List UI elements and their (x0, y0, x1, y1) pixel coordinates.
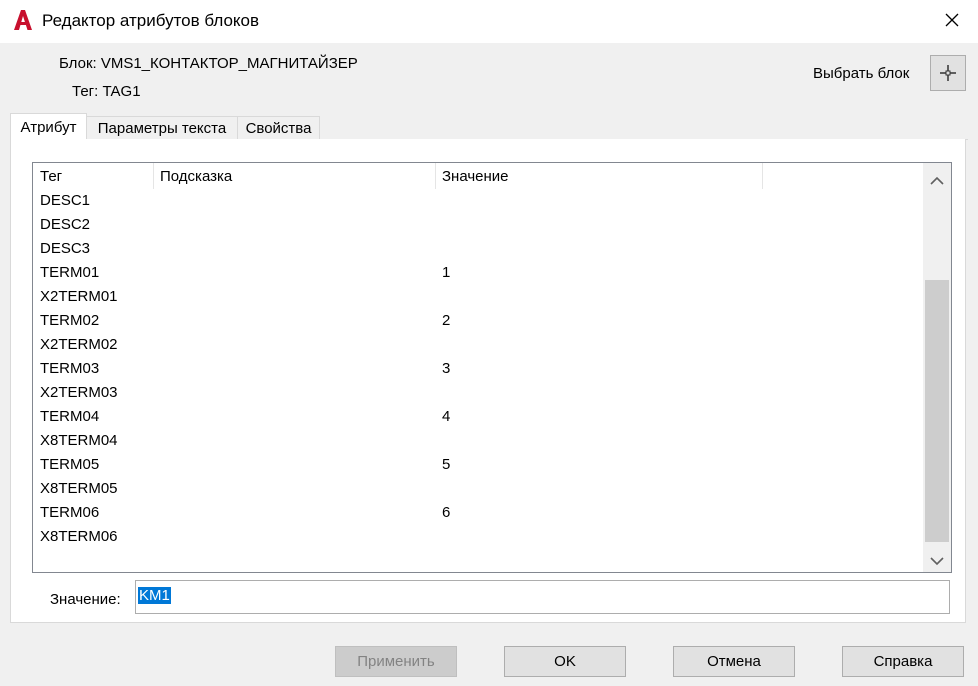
scrollbar-thumb[interactable] (925, 280, 949, 542)
table-row[interactable]: TERM05 5 (33, 453, 923, 477)
help-button[interactable]: Справка (842, 646, 964, 677)
row-value: 5 (442, 456, 451, 473)
table-row[interactable]: TERM01 1 (33, 261, 923, 285)
table-row[interactable]: TERM06 6 (33, 501, 923, 525)
table-row[interactable]: TERM04 4 (33, 405, 923, 429)
row-tag: X8TERM06 (40, 528, 118, 545)
table-row[interactable]: DESC3 (33, 237, 923, 261)
ok-button[interactable]: OK (504, 646, 626, 677)
row-value: 3 (442, 360, 451, 377)
table-row[interactable]: X2TERM01 (33, 285, 923, 309)
row-tag: DESC1 (40, 192, 91, 209)
row-tag: X2TERM03 (40, 384, 118, 401)
row-tag: DESC2 (40, 216, 91, 233)
scroll-down-icon[interactable] (923, 550, 951, 572)
row-value: 6 (442, 504, 451, 521)
table-row[interactable]: X8TERM04 (33, 429, 923, 453)
value-label: Значение: (50, 591, 121, 608)
column-header-tag[interactable]: Тег (40, 163, 62, 189)
row-value: 1 (442, 264, 451, 281)
table-row[interactable]: X2TERM03 (33, 381, 923, 405)
attribute-list[interactable]: Тег Подсказка Значение DESC1 DESC2 DESC3… (32, 162, 952, 573)
row-tag: TERM04 (40, 408, 100, 425)
autocad-a-icon (14, 10, 32, 30)
window-title: Редактор атрибутов блоков (42, 11, 260, 30)
column-separator[interactable] (153, 163, 154, 189)
column-header-prompt[interactable]: Подсказка (160, 163, 232, 189)
table-row[interactable]: DESC2 (33, 213, 923, 237)
vertical-scrollbar[interactable] (923, 163, 951, 572)
row-value: 2 (442, 312, 451, 329)
column-separator[interactable] (762, 163, 763, 189)
tab-attribute[interactable]: Атрибут (10, 113, 87, 140)
value-input[interactable]: KM1 (135, 580, 950, 614)
row-tag: TERM03 (40, 360, 100, 377)
table-row[interactable]: DESC1 (33, 189, 923, 213)
row-tag: TERM05 (40, 456, 100, 473)
close-icon[interactable] (940, 8, 964, 32)
row-tag: X8TERM05 (40, 480, 118, 497)
row-tag: TERM06 (40, 504, 100, 521)
crosshair-pick-icon (940, 65, 956, 81)
block-name-label: Блок: VMS1_КОНТАКТОР_МАГНИТАЙЗЕР (59, 55, 358, 72)
tab-properties[interactable]: Свойства (237, 116, 320, 140)
scroll-up-icon[interactable] (923, 163, 951, 197)
tab-text-options[interactable]: Параметры текста (86, 116, 238, 140)
row-tag: DESC3 (40, 240, 91, 257)
tag-name-label: Тег: TAG1 (72, 83, 141, 100)
row-tag: X8TERM04 (40, 432, 118, 449)
title-bar: Редактор атрибутов блоков (0, 0, 978, 43)
row-tag: TERM02 (40, 312, 100, 329)
row-tag: TERM01 (40, 264, 100, 281)
table-row[interactable]: TERM03 3 (33, 357, 923, 381)
row-tag: X2TERM02 (40, 336, 118, 353)
apply-button[interactable]: Применить (335, 646, 457, 677)
value-input-text: KM1 (138, 587, 171, 604)
column-separator[interactable] (435, 163, 436, 189)
table-row[interactable]: X2TERM02 (33, 333, 923, 357)
select-block-button[interactable] (930, 55, 966, 91)
cancel-button[interactable]: Отмена (673, 646, 795, 677)
select-block-label: Выбрать блок (813, 65, 910, 82)
table-row[interactable]: X8TERM06 (33, 525, 923, 549)
row-tag: X2TERM01 (40, 288, 118, 305)
table-row[interactable]: TERM02 2 (33, 309, 923, 333)
column-header-value[interactable]: Значение (442, 163, 509, 189)
table-row[interactable]: X8TERM05 (33, 477, 923, 501)
row-value: 4 (442, 408, 451, 425)
